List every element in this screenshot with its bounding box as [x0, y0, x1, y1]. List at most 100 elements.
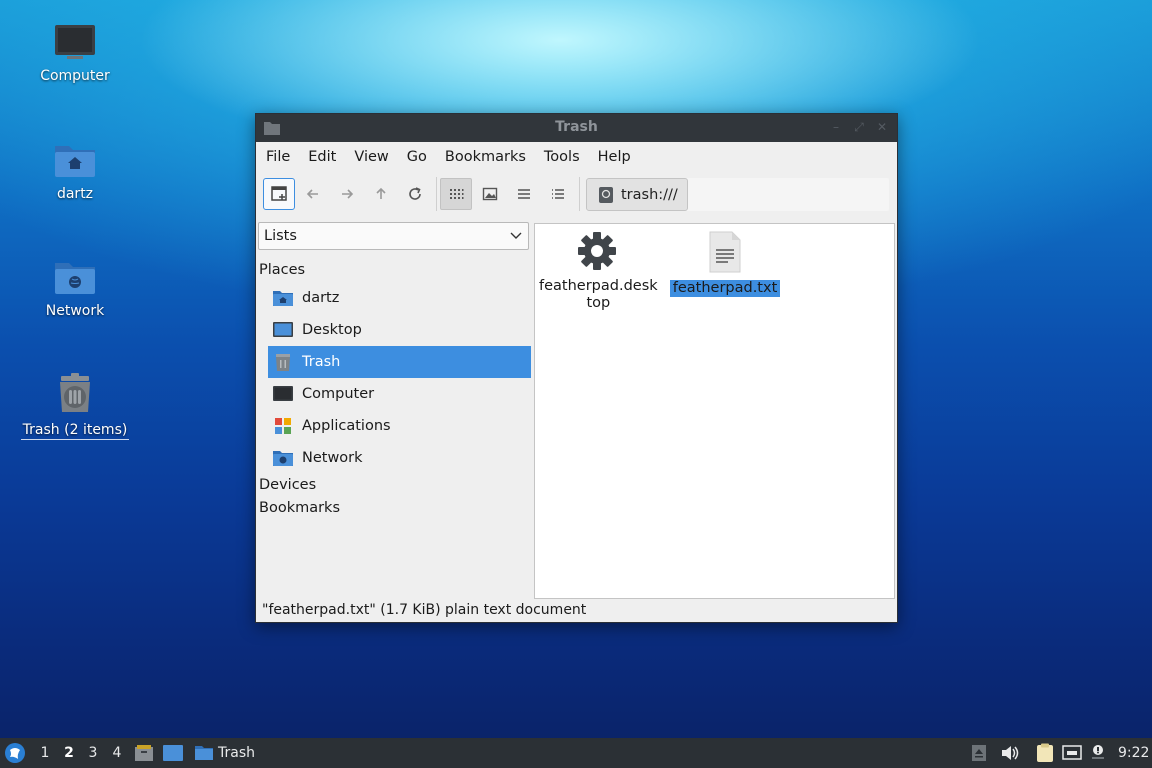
notification-icon	[1092, 745, 1104, 759]
menu-tools[interactable]: Tools	[537, 149, 587, 165]
tray-network[interactable]	[1062, 738, 1082, 768]
task-label: Trash	[218, 745, 255, 761]
file-item-featherpad-desktop[interactable]: featherpad.desk top	[539, 230, 658, 312]
maximize-icon[interactable]: ⤢	[852, 120, 866, 134]
file-name: featherpad.txt	[669, 280, 781, 297]
menu-view[interactable]: View	[347, 149, 395, 165]
thumbnail-view-button[interactable]	[474, 178, 506, 210]
new-window-button[interactable]	[263, 178, 295, 210]
taskbar-panel: 1 2 3 4 Trash 9:22	[0, 738, 1152, 768]
menu-edit[interactable]: Edit	[301, 149, 343, 165]
task-button-trash[interactable]: Trash	[194, 738, 255, 768]
place-label: Applications	[302, 418, 391, 434]
minimize-icon[interactable]: –	[829, 120, 843, 134]
workspace-1[interactable]: 1	[34, 738, 56, 768]
file-view[interactable]: featherpad.desk top featherpad.txt	[534, 223, 895, 599]
back-button[interactable]	[297, 178, 329, 210]
tray-volume[interactable]	[1000, 738, 1020, 768]
new-window-icon	[271, 186, 287, 201]
grid-icon	[450, 189, 464, 199]
side-pane-mode: Lists	[264, 228, 297, 244]
workspace-3[interactable]: 3	[82, 738, 104, 768]
applications-icon	[275, 418, 291, 434]
trash-icon	[276, 354, 290, 371]
menu-file[interactable]: File	[259, 149, 297, 165]
close-icon[interactable]: ✕	[875, 120, 889, 134]
quicklaunch-file-manager[interactable]	[134, 738, 154, 768]
location-button[interactable]: trash:///	[586, 178, 688, 211]
place-label: Network	[302, 450, 363, 466]
icon-view-button[interactable]	[440, 178, 472, 210]
toolbar: trash:///	[256, 172, 897, 216]
gear-icon	[578, 232, 616, 270]
arrow-right-icon	[342, 189, 354, 199]
desktop-icon	[163, 745, 183, 761]
home-folder-icon	[55, 146, 95, 177]
workspace-4[interactable]: 4	[106, 738, 128, 768]
compact-view-button[interactable]	[508, 178, 540, 210]
desktop-icon-network[interactable]: Network	[20, 257, 130, 320]
place-item-applications[interactable]: Applications	[268, 410, 531, 442]
title-bar[interactable]: Trash – ⤢ ✕	[256, 114, 897, 142]
network-icon	[1062, 745, 1082, 760]
chevron-down-icon	[510, 232, 522, 239]
detail-list-icon	[552, 189, 564, 199]
clock[interactable]: 9:22	[1118, 738, 1149, 768]
desktop-icon	[273, 322, 293, 337]
place-label: Trash	[302, 354, 341, 370]
place-item-dartz[interactable]: dartz	[268, 282, 531, 314]
tray-clipboard[interactable]	[1036, 738, 1054, 768]
menu-bookmarks[interactable]: Bookmarks	[438, 149, 533, 165]
devices-header[interactable]: Devices	[259, 477, 316, 493]
place-item-computer[interactable]: Computer	[268, 378, 531, 410]
quicklaunch-show-desktop[interactable]	[162, 738, 184, 768]
home-folder-icon	[273, 291, 293, 306]
text-file-icon	[709, 231, 741, 273]
bookmarks-header[interactable]: Bookmarks	[259, 500, 340, 516]
workspace-2[interactable]: 2	[58, 738, 80, 768]
network-folder-icon	[55, 263, 95, 294]
desktop-icon-trash[interactable]: Trash (2 items)	[20, 372, 130, 440]
main-menu-button[interactable]	[4, 738, 26, 768]
up-button[interactable]	[365, 178, 397, 210]
list-icon	[518, 189, 530, 199]
file-name: featherpad.desk top	[539, 278, 658, 311]
side-pane-mode-select[interactable]: Lists	[258, 222, 529, 250]
eject-icon	[972, 745, 986, 761]
file-item-featherpad-txt[interactable]: featherpad.txt	[667, 230, 783, 297]
window-title: Trash	[555, 119, 598, 135]
network-folder-icon	[273, 451, 293, 466]
reload-button[interactable]	[399, 178, 431, 210]
file-manager-icon	[135, 745, 153, 761]
places-header[interactable]: Places	[259, 262, 305, 278]
desktop-icon-label: Network	[45, 303, 105, 319]
trash-icon	[60, 373, 90, 412]
file-manager-window: Trash – ⤢ ✕ File Edit View Go Bookmarks …	[255, 113, 898, 623]
detailed-view-button[interactable]	[542, 178, 574, 210]
side-pane: Lists Places dartz Desktop Trash Compute…	[256, 218, 534, 602]
menu-help[interactable]: Help	[591, 149, 638, 165]
place-item-desktop[interactable]: Desktop	[268, 314, 531, 346]
menu-go[interactable]: Go	[400, 149, 434, 165]
lxqt-logo-icon	[5, 743, 25, 763]
place-item-trash[interactable]: Trash	[268, 346, 531, 378]
place-label: Desktop	[302, 322, 362, 338]
place-item-network[interactable]: Network	[268, 442, 531, 474]
volume-icon	[1002, 746, 1019, 760]
monitor-icon	[273, 386, 293, 401]
forward-button[interactable]	[331, 178, 363, 210]
desktop-icon-computer[interactable]: Computer	[20, 22, 130, 85]
tray-notifications[interactable]	[1090, 738, 1106, 768]
desktop-icon-label: Computer	[40, 68, 110, 84]
place-label: dartz	[302, 290, 340, 306]
trash-location-icon	[599, 186, 613, 203]
tray-eject[interactable]	[970, 738, 988, 768]
monitor-icon	[55, 25, 95, 59]
arrow-left-icon	[306, 189, 318, 199]
desktop-icon-label: Trash (2 items)	[20, 422, 130, 440]
desktop-icon-dartz[interactable]: dartz	[20, 140, 130, 203]
folder-icon	[195, 746, 213, 760]
location-bar[interactable]: trash:///	[586, 178, 889, 211]
reload-icon	[409, 187, 421, 200]
status-bar: "featherpad.txt" (1.7 KiB) plain text do…	[262, 602, 587, 618]
